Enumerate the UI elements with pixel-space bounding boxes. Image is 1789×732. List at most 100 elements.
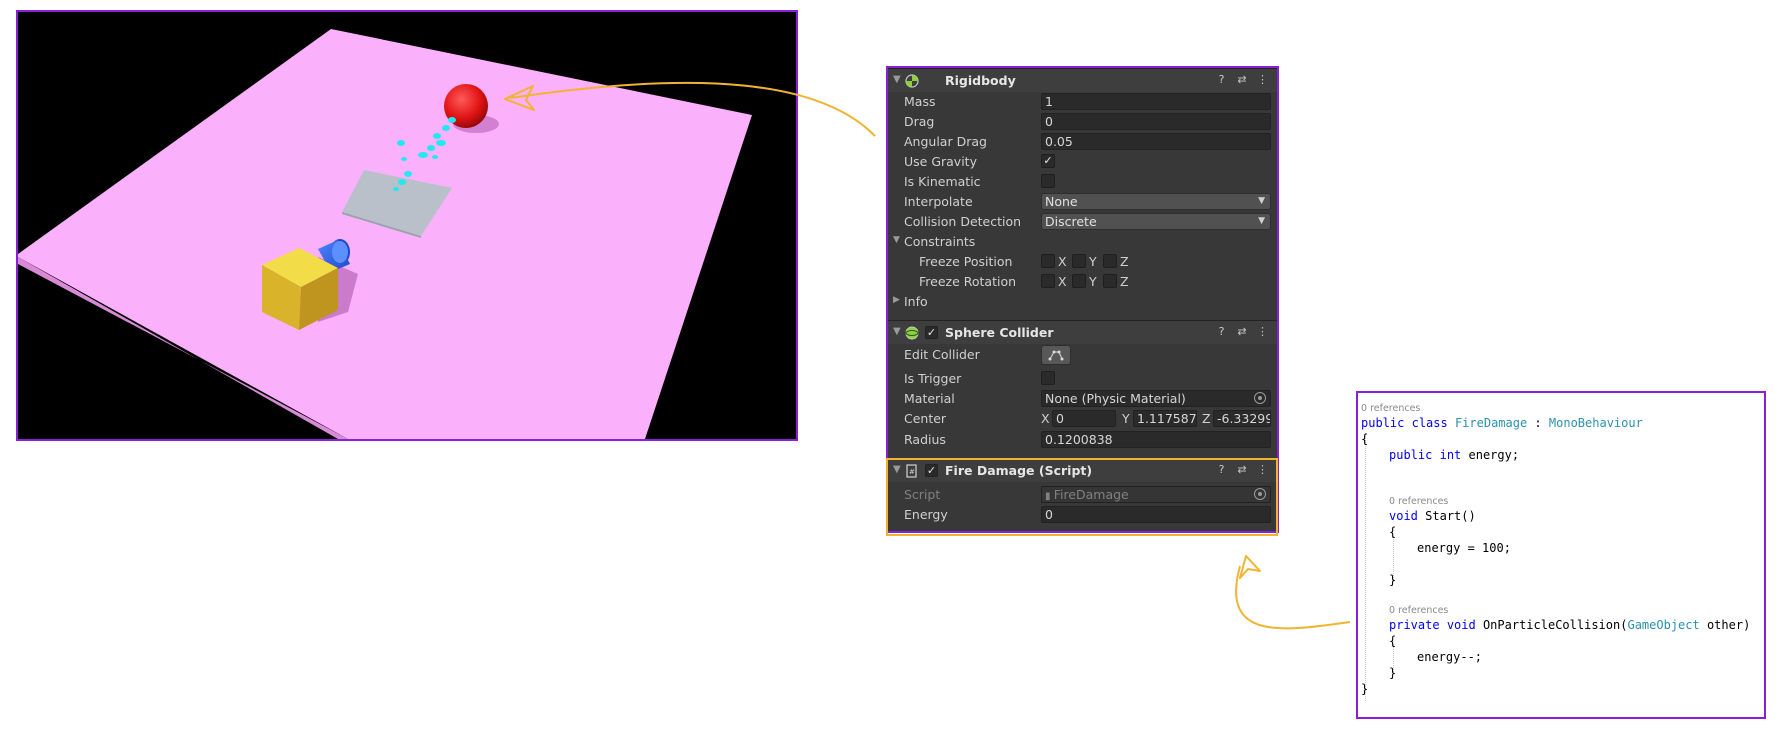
angular-drag-field[interactable]: 0.05 <box>1041 133 1271 150</box>
expand-arrow-icon[interactable]: ▼ <box>893 235 900 245</box>
use-gravity-checkbox[interactable]: ✓ <box>1041 154 1055 168</box>
use-gravity-label: Use Gravity <box>904 154 977 169</box>
mass-label: Mass <box>904 94 936 109</box>
help-icon[interactable]: ? <box>1213 463 1230 476</box>
material-label: Material <box>904 391 955 406</box>
object-picker-icon[interactable] <box>1254 392 1266 404</box>
sphere-collider-header[interactable]: ▼ ✓ Sphere Collider ? ⇄ ⋮ <box>888 320 1277 344</box>
code-brace: } <box>1389 573 1397 587</box>
code-text: other) <box>1699 618 1751 632</box>
scene-render <box>18 29 752 439</box>
interpolate-label: Interpolate <box>904 194 973 209</box>
keyword: public <box>1361 416 1405 430</box>
codelens-references[interactable]: 0 references <box>1361 403 1420 414</box>
angular-drag-row: Angular Drag 0.05 <box>888 132 1277 152</box>
scene-view[interactable] <box>16 10 798 441</box>
code-line-start: void Start() <box>1389 509 1476 523</box>
fold-arrow-icon[interactable]: ▼ <box>893 326 901 337</box>
script-file-icon: ▮ <box>1045 491 1054 502</box>
code-brace: { <box>1389 634 1397 648</box>
script-field: ▮ FireDamage <box>1041 486 1271 503</box>
freeze-position-y-checkbox[interactable] <box>1072 254 1086 268</box>
center-label: Center <box>904 411 947 426</box>
inspector-panel: ▼ Rigidbody ? ⇄ ⋮ Mass 1 Drag 0 Angular … <box>886 66 1279 533</box>
presets-icon[interactable]: ⇄ <box>1234 463 1251 476</box>
more-options-icon[interactable]: ⋮ <box>1254 325 1271 338</box>
constraints-row[interactable]: ▼ Constraints <box>888 232 1277 252</box>
interpolate-value: None <box>1045 194 1078 209</box>
codelens-references[interactable]: 0 references <box>1389 605 1448 616</box>
more-options-icon[interactable]: ⋮ <box>1254 73 1271 86</box>
is-kinematic-checkbox[interactable] <box>1041 174 1055 188</box>
code-line-collision-body: energy--; <box>1417 650 1483 664</box>
freeze-position-label: Freeze Position <box>919 254 1013 269</box>
interpolate-row: Interpolate None ▼ <box>888 192 1277 212</box>
keyword: int <box>1439 448 1462 462</box>
code-text: energy; <box>1461 448 1520 462</box>
freeze-rotation-y-checkbox[interactable] <box>1072 274 1086 288</box>
drag-field[interactable]: 0 <box>1041 113 1271 130</box>
presets-icon[interactable]: ⇄ <box>1234 325 1251 338</box>
codelens-references[interactable]: 0 references <box>1389 496 1448 507</box>
center-z-field[interactable]: -6.332994 <box>1213 410 1271 427</box>
component-title: Sphere Collider <box>945 325 1054 340</box>
axis-x-label: X <box>1058 254 1067 269</box>
more-options-icon[interactable]: ⋮ <box>1254 463 1271 476</box>
script-icon: # <box>906 464 917 478</box>
freeze-position-z-checkbox[interactable] <box>1103 254 1117 268</box>
mass-field[interactable]: 1 <box>1041 93 1271 110</box>
freeze-position-row: Freeze Position X Y Z <box>888 252 1277 272</box>
keyword: public <box>1389 448 1433 462</box>
interpolate-dropdown[interactable]: None ▼ <box>1041 193 1271 210</box>
rigidbody-icon <box>905 74 919 88</box>
class-name: FireDamage <box>1454 416 1528 430</box>
sphere-collider-enabled-checkbox[interactable]: ✓ <box>925 326 938 339</box>
code-line-collision: private void OnParticleCollision(GameObj… <box>1389 618 1750 632</box>
script-label: Script <box>904 487 941 502</box>
ground-plane <box>18 29 752 439</box>
collision-detection-label: Collision Detection <box>904 214 1022 229</box>
rigidbody-header[interactable]: ▼ Rigidbody ? ⇄ ⋮ <box>888 68 1277 92</box>
material-field[interactable]: None (Physic Material) <box>1041 390 1271 407</box>
axis-z-label: Z <box>1120 274 1129 289</box>
material-row: Material None (Physic Material) <box>888 389 1277 409</box>
presets-icon[interactable]: ⇄ <box>1234 73 1251 86</box>
svg-text:#: # <box>909 468 915 476</box>
freeze-rotation-x-checkbox[interactable] <box>1041 274 1055 288</box>
help-icon[interactable]: ? <box>1213 325 1230 338</box>
param-type: GameObject <box>1627 618 1700 632</box>
fire-damage-header[interactable]: ▼ # ✓ Fire Damage (Script) ? ⇄ ⋮ <box>888 458 1277 482</box>
script-value: FireDamage <box>1053 487 1129 502</box>
help-icon[interactable]: ? <box>1213 73 1230 86</box>
center-y-field[interactable]: 1.117587e <box>1133 410 1197 427</box>
axis-y-label: Y <box>1089 274 1097 289</box>
fire-damage-enabled-checkbox[interactable]: ✓ <box>925 464 938 477</box>
freeze-position-x-checkbox[interactable] <box>1041 254 1055 268</box>
use-gravity-row: Use Gravity ✓ <box>888 152 1277 172</box>
collision-detection-row: Collision Detection Discrete ▼ <box>888 212 1277 232</box>
material-value: None (Physic Material) <box>1045 391 1186 406</box>
center-row: Center X 0 Y 1.117587e Z -6.332994 <box>888 409 1277 429</box>
collapsed-arrow-icon[interactable]: ▶ <box>893 295 900 305</box>
fold-arrow-icon[interactable]: ▼ <box>893 74 901 85</box>
method-name: Start <box>1425 509 1462 523</box>
energy-field[interactable]: 0 <box>1041 506 1271 523</box>
mass-row: Mass 1 <box>888 92 1277 112</box>
collision-detection-dropdown[interactable]: Discrete ▼ <box>1041 213 1271 230</box>
info-row[interactable]: ▶ Info <box>888 292 1277 312</box>
code-brace: } <box>1361 682 1369 696</box>
center-x-field[interactable]: 0 <box>1052 410 1116 427</box>
axis-z-label: Z <box>1202 411 1211 426</box>
freeze-rotation-z-checkbox[interactable] <box>1103 274 1117 288</box>
drag-row: Drag 0 <box>888 112 1277 132</box>
energy-row: Energy 0 <box>888 505 1277 525</box>
blue-cylinder-cap <box>332 241 348 263</box>
edit-collider-button[interactable] <box>1041 345 1071 365</box>
code-line-class: public class FireDamage : MonoBehaviour <box>1361 416 1643 430</box>
is-trigger-checkbox[interactable] <box>1041 371 1055 385</box>
fold-arrow-icon[interactable]: ▼ <box>893 464 901 475</box>
radius-field[interactable]: 0.1200838 <box>1041 431 1271 448</box>
axis-z-label: Z <box>1120 254 1129 269</box>
method-name: OnParticleCollision <box>1482 618 1621 632</box>
edit-collider-row: Edit Collider <box>888 345 1277 369</box>
